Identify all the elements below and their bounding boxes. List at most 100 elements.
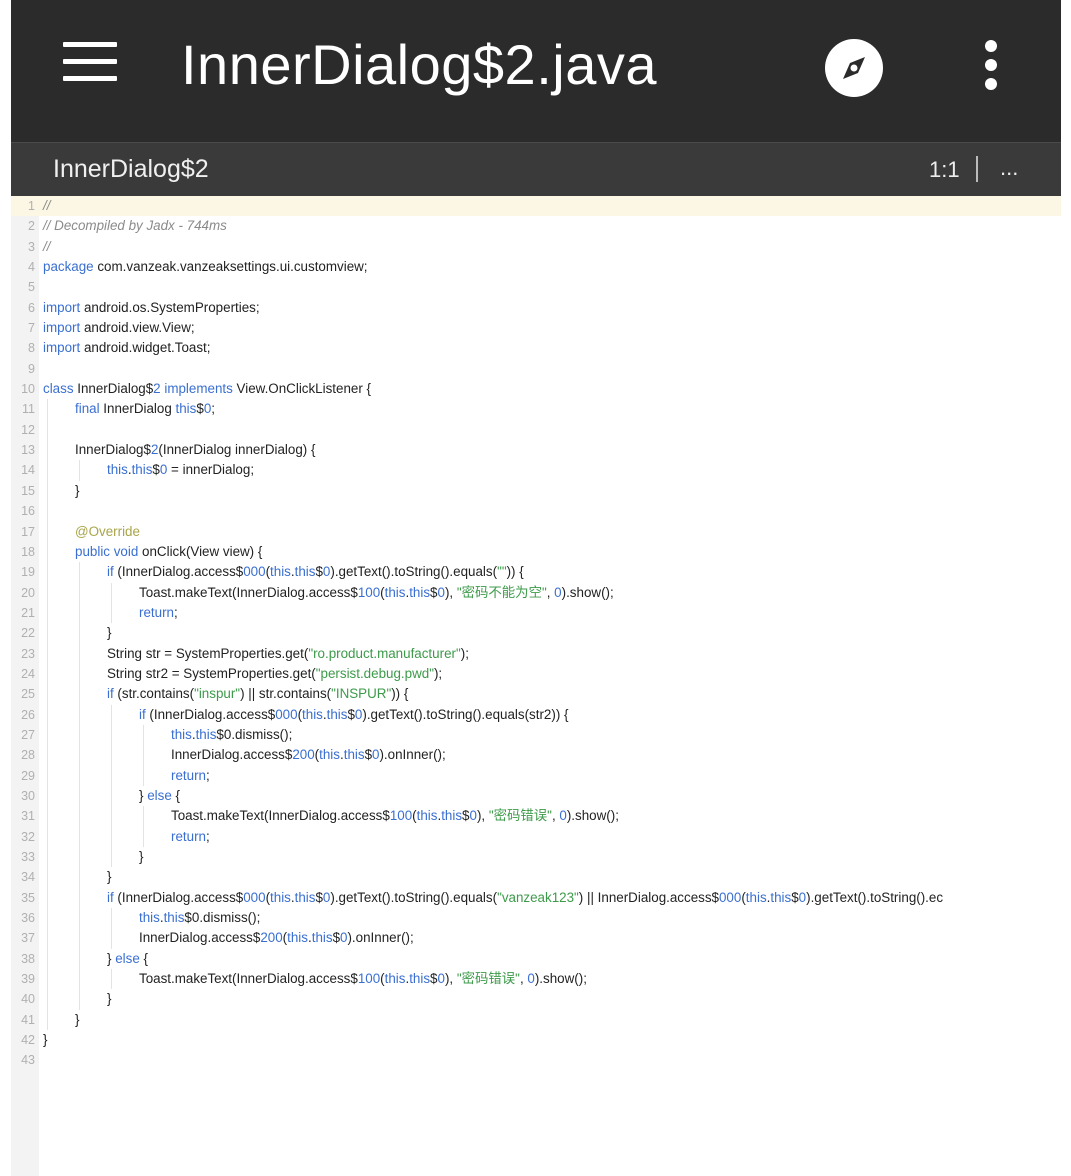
code-token: if bbox=[139, 706, 146, 722]
code-token: this bbox=[294, 889, 316, 905]
overflow-button[interactable]: ... bbox=[1000, 153, 1018, 183]
code-line: 41} bbox=[11, 1009, 1061, 1031]
line-code: } bbox=[75, 481, 79, 501]
code-token: 000 bbox=[243, 564, 266, 580]
indent-guide bbox=[111, 806, 112, 827]
indent-guide bbox=[47, 602, 48, 624]
code-line: 20 Toast.makeText(InnerDialog.access$100(… bbox=[11, 582, 1061, 603]
code-token: )) { bbox=[391, 686, 409, 702]
code-editor[interactable]: 1 // 2 // Decompiled by Jadx - 744ms 3 // 4 pac… bbox=[11, 196, 1061, 1176]
line-code: if (InnerDialog.access$000(this.this$0).… bbox=[107, 888, 943, 908]
code-token: ).getText().toString().equals( bbox=[330, 564, 498, 580]
code-token: $ bbox=[430, 971, 438, 987]
line-number: 12 bbox=[21, 422, 35, 437]
line-number: 5 bbox=[28, 280, 35, 295]
line-number: 37 bbox=[21, 931, 35, 946]
line-number: 18 bbox=[21, 544, 35, 559]
indent-guide bbox=[47, 419, 48, 441]
indent-guide bbox=[79, 969, 80, 990]
code-token: 000 bbox=[718, 889, 742, 905]
code-token: final bbox=[75, 401, 100, 417]
indent-guide bbox=[47, 765, 48, 786]
line-number: 22 bbox=[21, 626, 35, 641]
code-token: ); bbox=[460, 645, 469, 661]
indent-guide bbox=[79, 785, 80, 807]
hamburger-menu-icon[interactable] bbox=[63, 40, 121, 86]
code-token: String str = SystemProperties.get( bbox=[107, 645, 309, 661]
line-number: 40 bbox=[21, 992, 35, 1007]
code-line: 18 public void onClick(View view) { bbox=[11, 541, 1061, 563]
more-vert-icon[interactable] bbox=[969, 36, 1017, 96]
indent-guide bbox=[47, 440, 48, 461]
code-token: } bbox=[75, 1011, 80, 1027]
indent-guide bbox=[79, 602, 80, 624]
code-token: 100 bbox=[357, 584, 381, 600]
code-token: (str.contains( bbox=[113, 686, 195, 702]
indent-guide bbox=[47, 501, 48, 522]
code-line: 15} bbox=[11, 480, 1061, 502]
line-number: 39 bbox=[21, 972, 35, 987]
line-code: Toast.makeText(InnerDialog.access$100(th… bbox=[139, 969, 587, 989]
code-token: } bbox=[107, 869, 112, 885]
compass-icon[interactable] bbox=[824, 38, 884, 98]
line-code: return; bbox=[139, 603, 178, 623]
line-number: 26 bbox=[21, 707, 35, 722]
code-line: 8 import android.widget.Toast; bbox=[11, 338, 1061, 358]
code-token: return bbox=[171, 767, 206, 783]
code-token: package bbox=[43, 259, 94, 275]
code-token: // bbox=[43, 198, 51, 213]
code-token: com.vanzeak.vanzeaksettings.ui.customvie… bbox=[93, 259, 368, 275]
indent-guide bbox=[47, 399, 48, 420]
indent-guide bbox=[111, 582, 112, 603]
code-token: ).onInner(); bbox=[347, 930, 414, 946]
code-line: 14 this.this$0 = innerDialog; bbox=[11, 460, 1061, 481]
line-code: Toast.makeText(InnerDialog.access$100(th… bbox=[171, 806, 619, 826]
code-line: 23 String str = SystemProperties.get("ro.… bbox=[11, 643, 1061, 664]
line-code: @Override bbox=[75, 522, 140, 542]
code-token: $ bbox=[430, 584, 438, 600]
code-token: $ bbox=[364, 747, 373, 763]
code-token: 2 bbox=[153, 381, 161, 397]
indent-guide bbox=[79, 663, 80, 685]
code-token: ), bbox=[444, 584, 457, 600]
line-number: 38 bbox=[21, 951, 35, 966]
line-code: // bbox=[43, 196, 50, 216]
code-token: Toast.makeText(InnerDialog.access$ bbox=[139, 971, 358, 987]
code-token: this bbox=[107, 462, 128, 478]
indent-guide bbox=[79, 745, 80, 766]
code-line: 11 final InnerDialog this$0; bbox=[11, 399, 1061, 420]
indent-guide bbox=[47, 643, 48, 664]
line-number: 19 bbox=[21, 565, 35, 580]
code-token: this bbox=[343, 747, 365, 763]
code-line: 10 class InnerDialog$2 implements View.On… bbox=[11, 379, 1061, 399]
indent-guide bbox=[143, 826, 144, 847]
code-token: return bbox=[171, 828, 206, 844]
code-token: InnerDialog$ bbox=[75, 442, 151, 458]
indent-guide bbox=[111, 826, 112, 847]
code-token: 000 bbox=[243, 889, 266, 905]
code-token: ).getText().toString().equals( bbox=[330, 889, 498, 905]
indent-guide bbox=[47, 663, 48, 685]
line-code: } bbox=[43, 1030, 47, 1050]
code-line: 38} else { bbox=[11, 948, 1061, 970]
code-token: void bbox=[113, 543, 139, 559]
indent-guide bbox=[111, 969, 112, 990]
line-code: import android.widget.Toast; bbox=[43, 338, 210, 358]
code-token: this bbox=[416, 808, 438, 824]
line-number: 36 bbox=[21, 911, 35, 926]
indent-guide bbox=[79, 989, 80, 1010]
code-token: ).getText().toString().ec bbox=[806, 889, 944, 905]
code-token: return bbox=[139, 604, 174, 620]
code-token: this bbox=[326, 706, 348, 722]
code-token: this bbox=[131, 462, 153, 478]
code-token: ), bbox=[476, 808, 489, 824]
indent-guide bbox=[79, 806, 80, 827]
code-token: ) || str.contains( bbox=[240, 686, 332, 702]
line-code: if (InnerDialog.access$000(this.this$0).… bbox=[139, 705, 569, 725]
code-token: ; bbox=[205, 767, 210, 783]
code-token: ) || InnerDialog.access$ bbox=[578, 889, 719, 905]
line-code: } bbox=[107, 867, 111, 887]
code-line: 42} bbox=[11, 1030, 1061, 1050]
code-line: 34} bbox=[11, 867, 1061, 888]
code-token: $ bbox=[315, 889, 323, 905]
